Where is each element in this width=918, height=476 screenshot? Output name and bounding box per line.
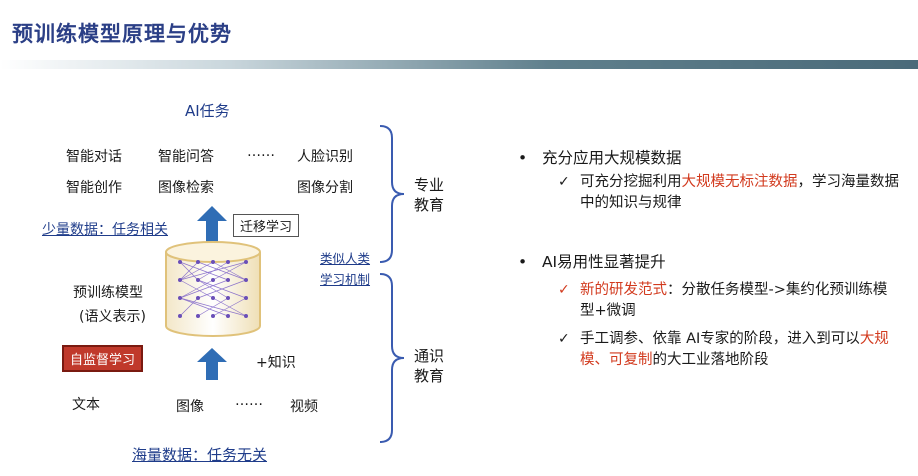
semantic-repr-label: (语义表示) xyxy=(79,309,146,325)
human-like-label: 类似人类 xyxy=(320,251,371,266)
up-arrow-icon xyxy=(197,206,227,242)
task-image-search: 图像检索 xyxy=(158,180,214,196)
task-face-recognition: 人脸识别 xyxy=(297,149,353,165)
bullet-2-sub-2: 手工调参、依靠 AI专家的阶段，进入到可以大规模、可复制的大工业落地阶段 xyxy=(580,329,900,371)
massive-data-label: 海量数据：任务无关 xyxy=(132,446,268,464)
pretrained-model-label: 预训练模型 xyxy=(73,285,143,301)
bullet-1-sub-1: 可充分挖掘利用大规模无标注数据，学习海量数据中的知识与规律 xyxy=(580,172,900,214)
input-text: 文本 xyxy=(72,397,100,413)
lower-brace xyxy=(379,273,405,443)
bullet-dot-icon: • xyxy=(518,253,528,271)
title-divider-bar xyxy=(0,60,918,69)
sub-text: 的大工业落地阶段 xyxy=(652,352,769,368)
self-supervised-box: 自监督学习 xyxy=(62,345,144,372)
sub-highlight: 新的研发范式 xyxy=(580,282,667,298)
few-data-label: 少量数据：任务相关 xyxy=(42,222,168,238)
task-chat: 智能对话 xyxy=(66,149,122,165)
transfer-learning-box: 迁移学习 xyxy=(233,214,300,237)
check-icon: ✓ xyxy=(558,174,570,190)
knowledge-label: +知识 xyxy=(256,355,296,371)
input-ellipsis: …… xyxy=(235,393,263,409)
input-video: 视频 xyxy=(290,399,318,415)
task-creation: 智能创作 xyxy=(66,180,122,196)
check-icon: ✓ xyxy=(558,331,570,347)
check-icon: ✓ xyxy=(558,282,570,298)
neural-network-cylinder-icon xyxy=(165,241,261,337)
slide-title: 预训练模型原理与优势 xyxy=(12,22,232,46)
general-edu-label: 通识 教育 xyxy=(414,347,445,385)
sub-text: 手工调参、依靠 AI专家的阶段，进入到可以 xyxy=(580,331,860,347)
up-arrow-icon xyxy=(197,348,227,380)
bullet-dot-icon: • xyxy=(518,149,528,167)
task-qa: 智能问答 xyxy=(158,149,214,165)
task-ellipsis: …… xyxy=(247,144,275,160)
ai-tasks-label: AI任务 xyxy=(185,102,230,120)
bullet-2-sub-1: 新的研发范式：分散任务模型->集约化预训练模型+微调 xyxy=(580,280,900,322)
bullet-2-text: AI易用性显著提升 xyxy=(541,253,666,271)
learning-mech-label: 学习机制 xyxy=(320,272,371,287)
bullet-1-text: 充分应用大规模数据 xyxy=(541,149,682,167)
bullet-2: • AI易用性显著提升 xyxy=(518,250,666,272)
task-segmentation: 图像分割 xyxy=(297,180,353,196)
upper-brace xyxy=(379,125,405,263)
input-image: 图像 xyxy=(176,399,204,415)
sub-text: 可充分挖掘利用 xyxy=(580,174,682,190)
bullet-1: • 充分应用大规模数据 xyxy=(518,146,681,168)
sub-highlight: 大规模无标注数据 xyxy=(681,174,798,190)
professional-edu-label: 专业 教育 xyxy=(414,176,445,214)
